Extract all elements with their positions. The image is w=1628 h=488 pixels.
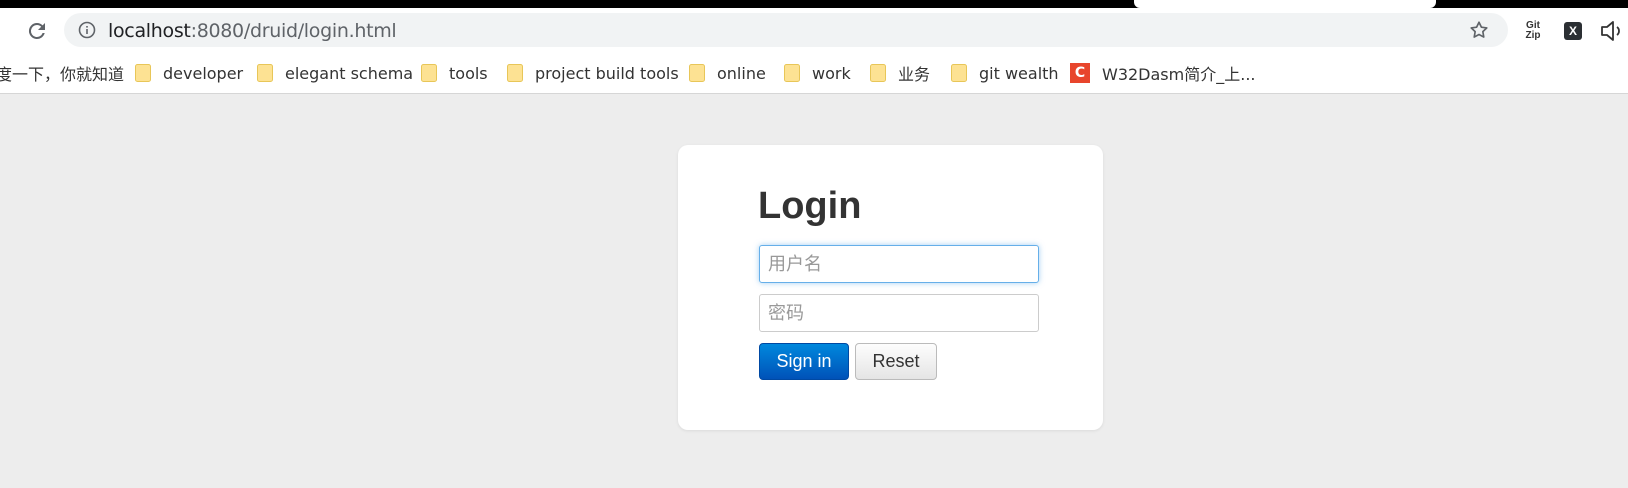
folder-icon [784,64,800,82]
bookmark-label: project build tools [535,63,679,83]
address-bar[interactable]: localhost:8080/druid/login.html [64,13,1508,47]
window-top-strip [0,0,1628,8]
password-input[interactable] [759,294,1039,332]
bookmark-item[interactable]: 度一下，你就知道 [0,61,124,85]
folder-icon [689,64,705,82]
bookmark-label: 业务 [898,65,931,84]
username-input[interactable] [759,245,1039,283]
x-extension-icon[interactable]: X [1564,22,1582,40]
bookmark-folder-git-wealth[interactable]: git wealth [951,61,1059,85]
bookmark-label: tools [449,63,488,83]
bookmark-label: online [717,63,766,83]
folder-icon [257,64,273,82]
folder-icon [421,64,437,82]
bookmark-label: W32Dasm简介_上... [1102,65,1256,84]
folder-icon [870,64,886,82]
folder-icon [135,64,151,82]
reset-button[interactable]: Reset [855,343,937,380]
bookmark-label: work [812,63,851,83]
gitzip-line2: Zip [1525,30,1541,41]
bookmark-folder-tools[interactable]: tools [421,61,488,85]
site-info-icon[interactable] [78,21,96,39]
c-icon: C [1070,63,1090,83]
url-text[interactable]: localhost:8080/druid/login.html [108,20,397,42]
bookmark-folder-business[interactable]: 业务 [870,61,930,85]
bookmark-label: elegant schema [285,63,414,83]
bookmark-label: developer [163,63,244,83]
bookmark-label: 度一下，你就知道 [0,65,125,84]
url-host: localhost [108,20,191,42]
bookmark-folder-work[interactable]: work [784,61,851,85]
login-title: Login [758,185,862,227]
folder-icon [507,64,523,82]
reload-icon[interactable] [25,19,49,43]
bookmark-label: git wealth [979,63,1059,83]
sign-in-button[interactable]: Sign in [759,343,849,380]
bookmark-star-icon[interactable] [1468,19,1490,41]
bookmark-folder-elegant-schema[interactable]: elegant schema [257,61,413,85]
bookmark-w32dasm[interactable]: C W32Dasm简介_上... [1070,61,1256,85]
browser-toolbar: › localhost:8080/druid/login.html GitZip… [0,8,1628,52]
bookmark-folder-project-build-tools[interactable]: project build tools [507,61,679,85]
bookmark-folder-online[interactable]: online [689,61,766,85]
login-card: Login Sign in Reset [678,145,1103,430]
forward-arrow-icon[interactable]: › [0,20,12,40]
bookmark-folder-developer[interactable]: developer [135,61,243,85]
bookmarks-bar: 度一下，你就知道 developer elegant schema tools … [0,52,1628,94]
active-tab-edge [1134,0,1436,8]
url-path: :8080/druid/login.html [190,20,397,42]
speaker-extension-icon[interactable] [1598,18,1628,44]
folder-icon [951,64,967,82]
gitzip-extension-icon[interactable]: Git Zip [1518,18,1548,44]
